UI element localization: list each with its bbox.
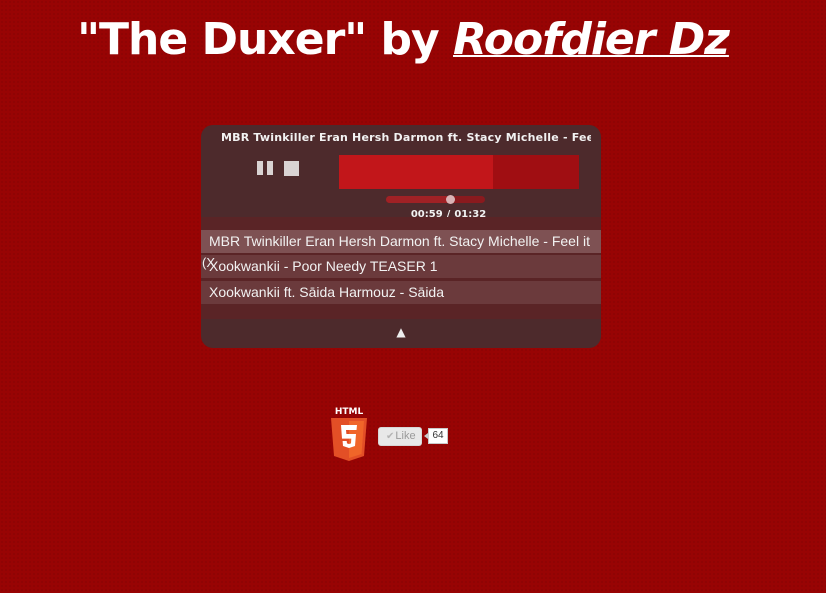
stop-button[interactable] xyxy=(284,161,299,176)
pause-icon xyxy=(257,161,263,175)
like-button[interactable]: ✔Like xyxy=(378,427,422,446)
check-icon: ✔ xyxy=(386,431,395,442)
seek-handle[interactable] xyxy=(446,195,456,204)
seek-progress xyxy=(386,196,451,203)
playlist-item[interactable]: Xookwankii - Poor Needy TEASER 1 xyxy=(201,255,601,278)
like-label: Like xyxy=(395,430,416,442)
collapse-playlist-icon[interactable]: ▲ xyxy=(391,325,411,341)
page-title: "The Duxer" by Roofdier Dz xyxy=(0,14,806,66)
author-link[interactable]: Roofdier Dz xyxy=(453,14,730,65)
html5-logo-text: HTML xyxy=(335,407,364,417)
audio-player: MBR Twinkiller Eran Hersh Darmon ft. Sta… xyxy=(201,125,601,348)
like-count-badge: 64 xyxy=(424,428,448,444)
stray-text: (X xyxy=(202,255,215,270)
now-playing-title: MBR Twinkiller Eran Hersh Darmon ft. Sta… xyxy=(221,131,591,144)
pause-icon-bar xyxy=(267,161,273,175)
html5-logo-icon: HTML xyxy=(330,405,368,463)
title-prefix: "The Duxer" by xyxy=(77,14,440,65)
playlist-item[interactable]: MBR Twinkiller Eran Hersh Darmon ft. Sta… xyxy=(201,230,601,253)
visualizer-fill xyxy=(339,155,493,189)
visualizer-bar xyxy=(339,155,579,189)
pause-button[interactable] xyxy=(257,161,275,175)
playlist-item[interactable]: Xookwankii ft. Sāida Harmouz - Sāida xyxy=(201,281,601,304)
seek-slider[interactable] xyxy=(386,195,485,204)
